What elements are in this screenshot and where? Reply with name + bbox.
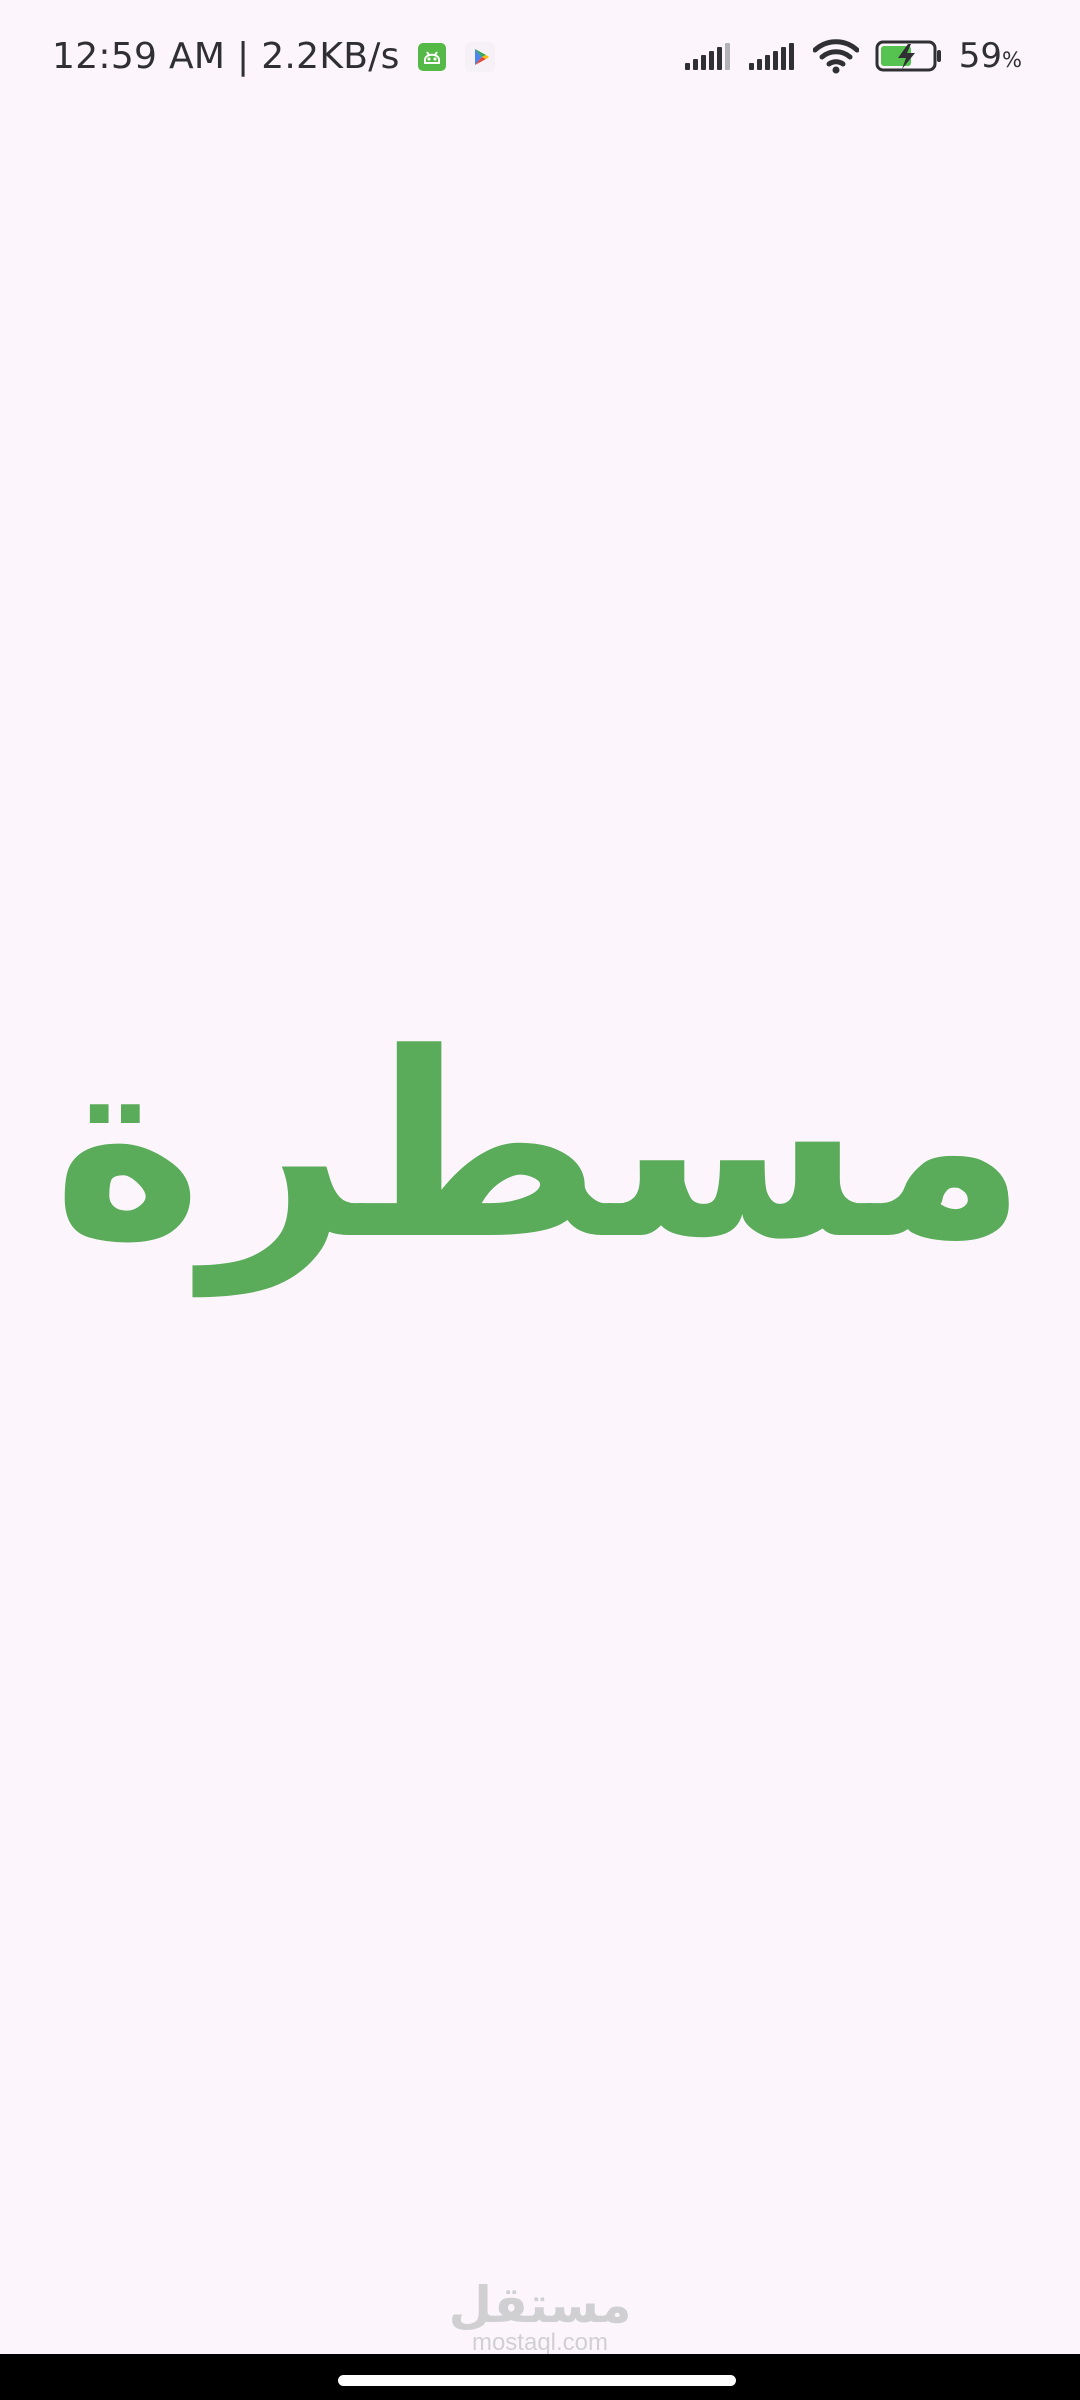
play-store-icon: [464, 41, 496, 73]
wifi-icon: [812, 38, 860, 78]
status-right-group: 59%: [684, 32, 1022, 84]
status-left-group: 12:59 AM | 2.2KB/s: [52, 33, 496, 81]
battery-number: 59: [958, 36, 1003, 76]
battery-unit: %: [1002, 48, 1022, 72]
cellular-signal-icon: [748, 41, 797, 75]
cellular-signal-icon: [684, 41, 733, 75]
status-bar: 12:59 AM | 2.2KB/s 59%: [0, 0, 1080, 120]
battery-percentage: 59%: [959, 32, 1022, 84]
status-time-network-speed: 12:59 AM | 2.2KB/s: [52, 36, 400, 77]
android-notification-icon: [416, 41, 448, 73]
splash-screen: 12:59 AM | 2.2KB/s 59% مسطرة مستقل mosta…: [0, 0, 1080, 2400]
home-indicator[interactable]: [338, 2375, 736, 2386]
battery-charging-icon: [875, 39, 943, 77]
watermark-latin-text: mostaql.com: [471, 2329, 609, 2356]
mostaql-watermark: مستقل mostaql.com: [0, 2275, 1080, 2355]
watermark-arabic-text: مستقل: [448, 2276, 632, 2334]
app-splash-title: مسطرة: [52, 999, 1028, 1296]
gesture-navigation-bar: [0, 2354, 1080, 2400]
